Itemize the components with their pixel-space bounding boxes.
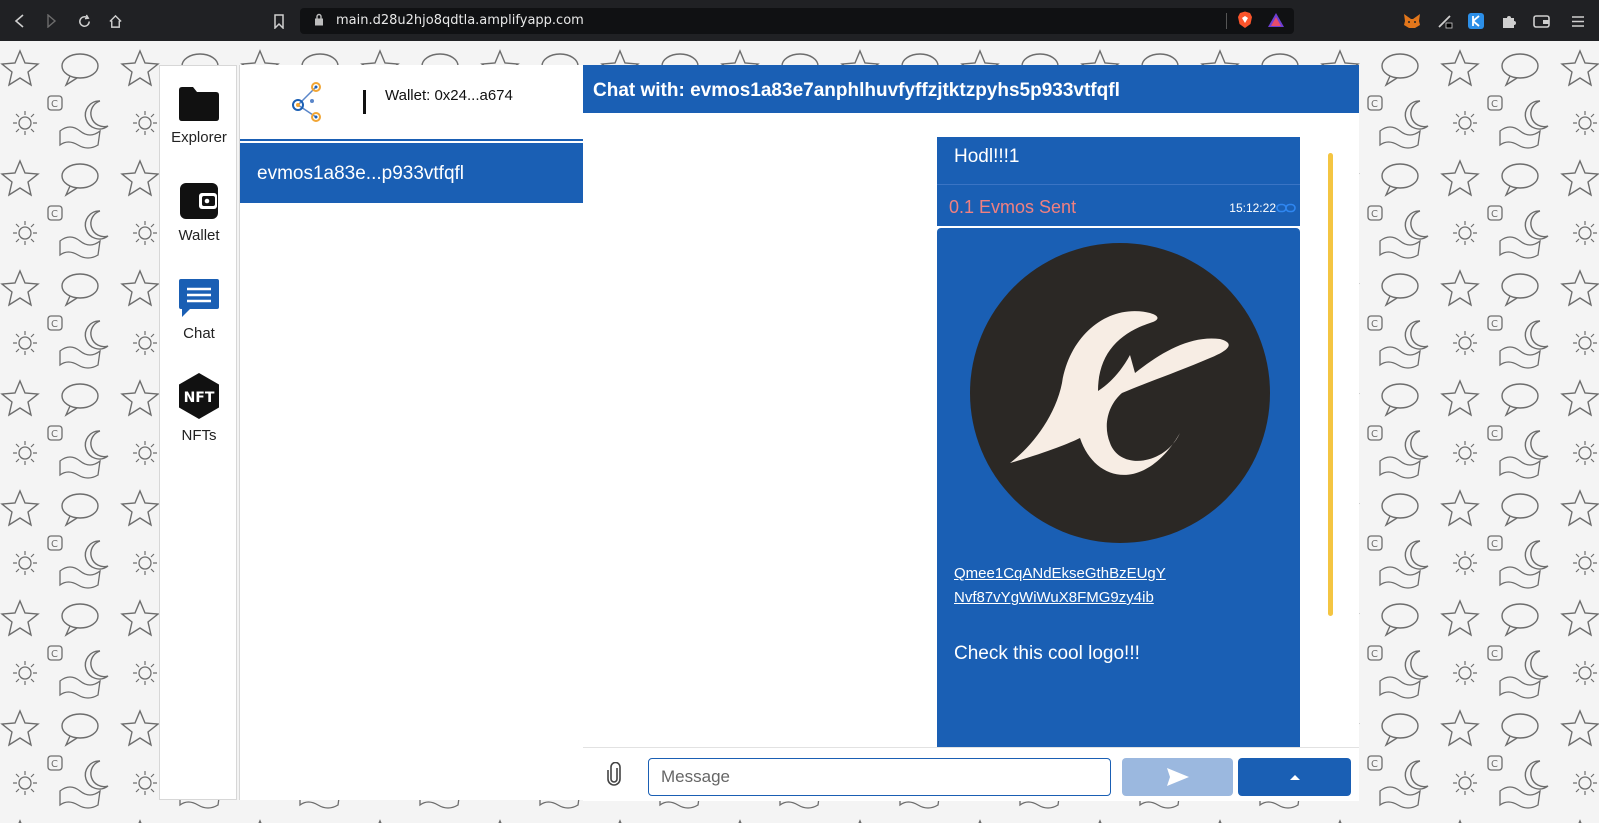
sidebar-label: Wallet <box>178 227 220 244</box>
message-list[interactable]: Hodl!!!1 0.1 Evmos Sent 15:12:22 Qmee1Cq… <box>583 113 1359 747</box>
metamask-icon[interactable] <box>1403 12 1421 30</box>
message-bubble: Hodl!!!1 0.1 Evmos Sent 15:12:22 <box>937 137 1300 226</box>
sidebar-item-chat[interactable]: Chat <box>160 278 238 342</box>
scroll-indicator[interactable] <box>1328 153 1333 616</box>
chat-title: Chat with: evmos1a83e7anphlhuvfyffzjtktz… <box>593 80 1120 101</box>
pen-icon[interactable] <box>1436 12 1454 30</box>
url-text: main.d28u2hjo8qdtla.amplifyapp.com <box>336 13 584 28</box>
wallet-icon[interactable] <box>1532 12 1550 30</box>
wallet-icon <box>179 183 219 224</box>
chat-header: Chat with: evmos1a83e7anphlhuvfyffzjtktz… <box>583 65 1359 113</box>
header-divider <box>363 90 366 114</box>
sidebar-label: Chat <box>183 325 215 342</box>
address-bar[interactable]: main.d28u2hjo8qdtla.amplifyapp.com <box>300 8 1294 34</box>
app-logo-icon <box>290 81 326 128</box>
link-icon[interactable] <box>1276 200 1296 218</box>
app-sidebar: Explorer Wallet Chat NFT NFTs <box>159 65 237 800</box>
evmos-logo-icon <box>970 243 1270 543</box>
shared-image[interactable] <box>970 243 1270 548</box>
extensions-icon[interactable] <box>1500 12 1518 30</box>
svg-text:NFT: NFT <box>184 390 215 406</box>
send-icon <box>1166 768 1189 786</box>
ipfs-link-line2[interactable]: Nvf87vYgWiWuX8FMG9zy4ib <box>954 586 1166 610</box>
sidebar-label: NFTs <box>181 427 217 444</box>
ipfs-hash-link[interactable]: Qmee1CqANdEkseGthBzEUgY Nvf87vYgWiWuX8FM… <box>954 562 1166 610</box>
message-text: Hodl!!!1 <box>954 146 1020 167</box>
message-time: 15:12:22 <box>1229 201 1276 215</box>
address-bar-divider <box>1226 13 1227 29</box>
keplr-icon[interactable] <box>1467 12 1485 30</box>
folder-icon <box>178 87 220 126</box>
transaction-amount: 0.1 Evmos Sent <box>949 197 1077 217</box>
nft-icon: NFT <box>178 373 220 424</box>
send-button[interactable] <box>1122 758 1233 796</box>
attach-file-icon[interactable] <box>602 760 626 788</box>
ipfs-link-line1[interactable]: Qmee1CqANdEkseGthBzEUgY <box>954 562 1166 586</box>
message-text: Check this cool logo!!! <box>954 643 1140 664</box>
brave-shield-icon[interactable] <box>1236 11 1254 29</box>
brave-rewards-icon[interactable] <box>1267 11 1285 29</box>
chat-icon <box>178 279 220 322</box>
message-bubble: Qmee1CqANdEkseGthBzEUgY Nvf87vYgWiWuX8FM… <box>937 228 1300 747</box>
transaction-row: 0.1 Evmos Sent 15:12:22 <box>937 184 1300 227</box>
chat-panel: Chat with: evmos1a83e7anphlhuvfyffzjtktz… <box>583 65 1359 801</box>
contact-item[interactable]: evmos1a83e...p933vtfqfl <box>240 143 584 203</box>
reload-icon[interactable] <box>75 12 93 30</box>
caret-up-icon <box>1289 775 1300 780</box>
message-input[interactable] <box>648 758 1111 796</box>
sidebar-label: Explorer <box>171 129 227 146</box>
bookmark-icon[interactable] <box>270 12 288 30</box>
browser-toolbar: main.d28u2hjo8qdtla.amplifyapp.com <box>0 0 1599 41</box>
wallet-address: Wallet: 0x24...a674 <box>385 87 513 104</box>
forward-icon[interactable] <box>42 12 60 30</box>
contacts-panel: Wallet: 0x24...a674 evmos1a83e...p933vtf… <box>239 65 584 800</box>
sidebar-item-wallet[interactable]: Wallet <box>160 182 238 244</box>
sidebar-item-nfts[interactable]: NFT NFTs <box>160 372 238 444</box>
home-icon[interactable] <box>106 12 124 30</box>
back-icon[interactable] <box>11 12 29 30</box>
contacts-header: Wallet: 0x24...a674 <box>240 65 584 141</box>
sidebar-item-explorer[interactable]: Explorer <box>160 86 238 146</box>
menu-icon[interactable] <box>1569 12 1587 30</box>
contact-label: evmos1a83e...p933vtfqfl <box>257 163 465 184</box>
message-composer <box>583 747 1359 801</box>
expand-button[interactable] <box>1238 758 1351 796</box>
lock-icon <box>314 13 324 31</box>
